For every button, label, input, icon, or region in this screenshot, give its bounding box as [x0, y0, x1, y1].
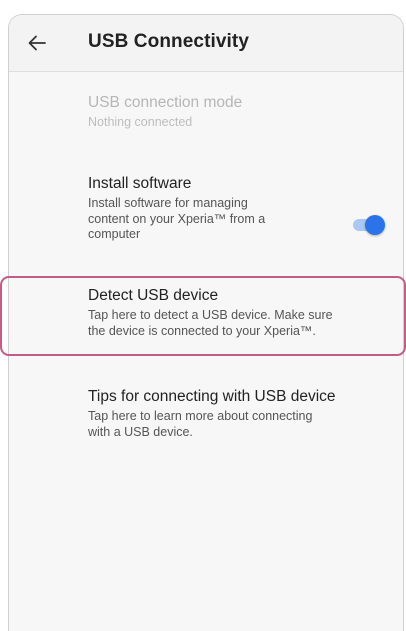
- install-software-toggle[interactable]: [351, 213, 387, 237]
- item-title: Detect USB device: [88, 287, 219, 304]
- item-title: Tips for connecting with USB device: [88, 388, 336, 405]
- item-summary: Tap here to detect a USB device. Make su…: [88, 308, 389, 339]
- settings-list: USB connection mode Nothing connected In…: [9, 72, 403, 631]
- page-title: USB Connectivity: [88, 31, 250, 52]
- summary-line: the device is connected to your Xperia™.: [88, 323, 316, 338]
- summary-line: Tap here to detect a USB device. Make su…: [88, 308, 333, 322]
- summary-line: content on your Xperia™ from a: [88, 211, 266, 226]
- summary-line: Install software for managing: [88, 196, 248, 210]
- summary-line: Tap here to learn more about connecting: [88, 409, 313, 423]
- toggle-thumb: [365, 215, 385, 235]
- list-item-detect-usb-device[interactable]: Detect USB device Tap here to detect a U…: [88, 286, 389, 339]
- item-summary: Nothing connected: [88, 115, 193, 129]
- item-summary: Tap here to learn more about connecting …: [88, 409, 389, 440]
- list-item-install-software[interactable]: Install software Install software for ma…: [88, 174, 311, 243]
- list-item-usb-connection-mode: USB connection mode Nothing connected: [88, 93, 389, 131]
- summary-line: with a USB device.: [88, 424, 193, 439]
- arrow-left-icon: [28, 35, 46, 51]
- summary-line: computer: [88, 227, 141, 241]
- screen: USB Connectivity USB connection mode Not…: [0, 0, 406, 631]
- item-title: Install software: [88, 175, 192, 192]
- phone-frame: USB Connectivity USB connection mode Not…: [8, 14, 404, 631]
- back-button[interactable]: [19, 27, 55, 59]
- list-item-tips-usb[interactable]: Tips for connecting with USB device Tap …: [88, 387, 389, 440]
- item-title: USB connection mode: [88, 94, 243, 111]
- app-bar: USB Connectivity: [9, 15, 403, 72]
- item-summary: Install software for managing content on…: [88, 196, 311, 243]
